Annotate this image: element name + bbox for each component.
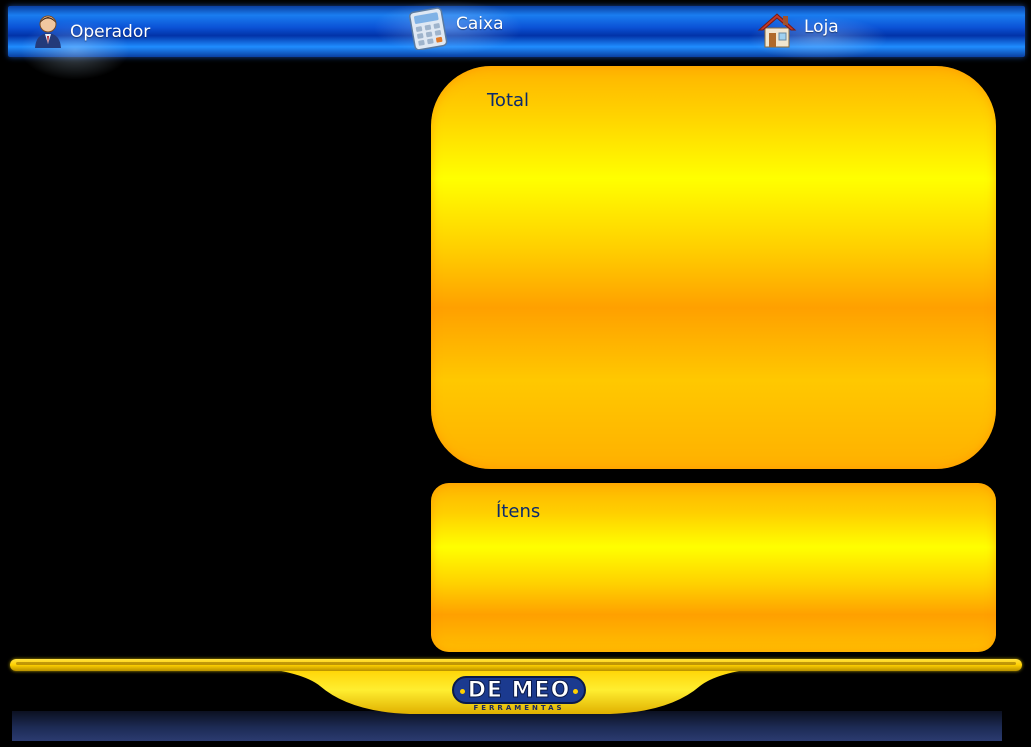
logo-badge: DE MEO — [452, 676, 586, 704]
nav-operador-label: Operador — [70, 22, 151, 42]
top-nav-bar: Operador Caixa Loja — [8, 0, 1025, 80]
footer-rail — [10, 659, 1022, 671]
logo-dot — [573, 689, 578, 694]
logo: DE MEO FERRAMENTAS — [452, 676, 586, 714]
logo-dot — [460, 689, 465, 694]
nav-caixa-label: Caixa — [456, 14, 504, 34]
user-icon — [32, 14, 64, 50]
itens-panel-title: Ítens — [496, 501, 541, 522]
nav-operador[interactable]: Operador — [32, 12, 150, 52]
nav-caixa[interactable]: Caixa — [406, 6, 504, 50]
logo-subtext: FERRAMENTAS — [473, 704, 565, 712]
nav-loja-label: Loja — [804, 17, 839, 37]
total-panel-title: Total — [487, 90, 530, 111]
total-panel: Total — [431, 66, 996, 469]
logo-text: DE MEO — [467, 677, 571, 703]
calculator-icon — [406, 6, 450, 50]
nav-loja[interactable]: Loja — [756, 10, 839, 50]
itens-panel: Ítens — [431, 483, 996, 652]
house-icon — [756, 10, 798, 50]
